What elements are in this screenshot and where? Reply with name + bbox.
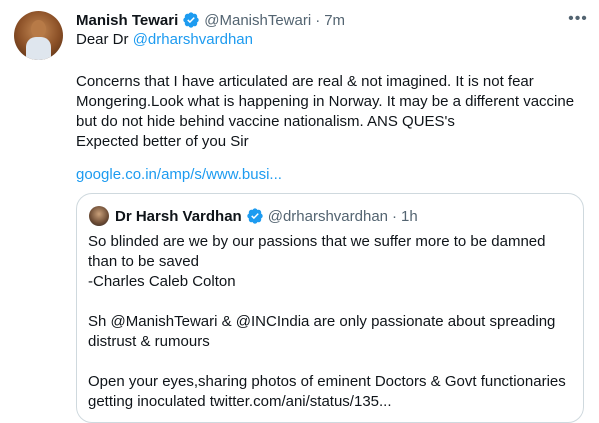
tweet-header: Manish Tewari @ManishTewari · 7m — [76, 9, 345, 31]
quoted-author-handle: @drharshvardhan — [267, 207, 389, 225]
author-avatar[interactable] — [14, 11, 63, 60]
quoted-tweet[interactable]: Dr Harsh Vardhan @drharshvardhan · 1h So… — [76, 193, 584, 423]
tweet-body-line: Mongering.Look what is happening in Norw… — [76, 93, 575, 110]
quoted-text-line: Sh @ManishTewari & @INCIndia are only pa… — [88, 313, 556, 330]
tweet-card[interactable]: Manish Tewari @ManishTewari · 7m ••• Dea… — [0, 0, 599, 423]
avatar-shirt — [26, 37, 51, 60]
quoted-text-line: -Charles Caleb Colton — [88, 273, 236, 290]
quoted-text-line: than to be saved — [88, 253, 199, 270]
tweet-body-line: Expected better of you Sir — [76, 133, 249, 150]
author-name[interactable]: Manish Tewari — [76, 12, 178, 29]
quoted-text-line: Open your eyes,sharing photos of eminent… — [88, 373, 566, 390]
author-handle[interactable]: @ManishTewari — [204, 12, 311, 29]
greeting-text: Dear Dr — [76, 31, 133, 48]
header-separator: · — [315, 11, 321, 29]
greeting-mention-link[interactable]: @drharshvardhan — [133, 31, 253, 48]
more-dots-icon[interactable]: ••• — [566, 9, 590, 29]
quoted-author-name: Dr Harsh Vardhan — [115, 207, 242, 225]
tweet-body-line: Concerns that I have articulated are rea… — [76, 73, 534, 90]
tweet-external-link[interactable]: google.co.in/amp/s/www.busi... — [76, 165, 282, 185]
tweet-body-line: but do not hide behind vaccine nationali… — [76, 113, 455, 130]
quoted-text-line: So blinded are we by our passions that w… — [88, 233, 546, 250]
verified-badge-icon — [247, 208, 263, 224]
quoted-text-line: distrust & rumours — [88, 333, 210, 350]
verified-badge-icon — [183, 12, 199, 28]
quoted-author-avatar — [89, 206, 109, 226]
tweet-timestamp[interactable]: 7m — [324, 12, 345, 29]
tweet-greeting: Dear Dr @drharshvardhan — [76, 30, 253, 50]
quoted-header-separator: · — [392, 207, 398, 225]
avatar-face — [31, 20, 46, 38]
quoted-tweet-header: Dr Harsh Vardhan @drharshvardhan · 1h — [115, 205, 418, 227]
quoted-timestamp: 1h — [401, 207, 418, 225]
quoted-text-line: getting inoculated twitter.com/ani/statu… — [88, 393, 392, 410]
